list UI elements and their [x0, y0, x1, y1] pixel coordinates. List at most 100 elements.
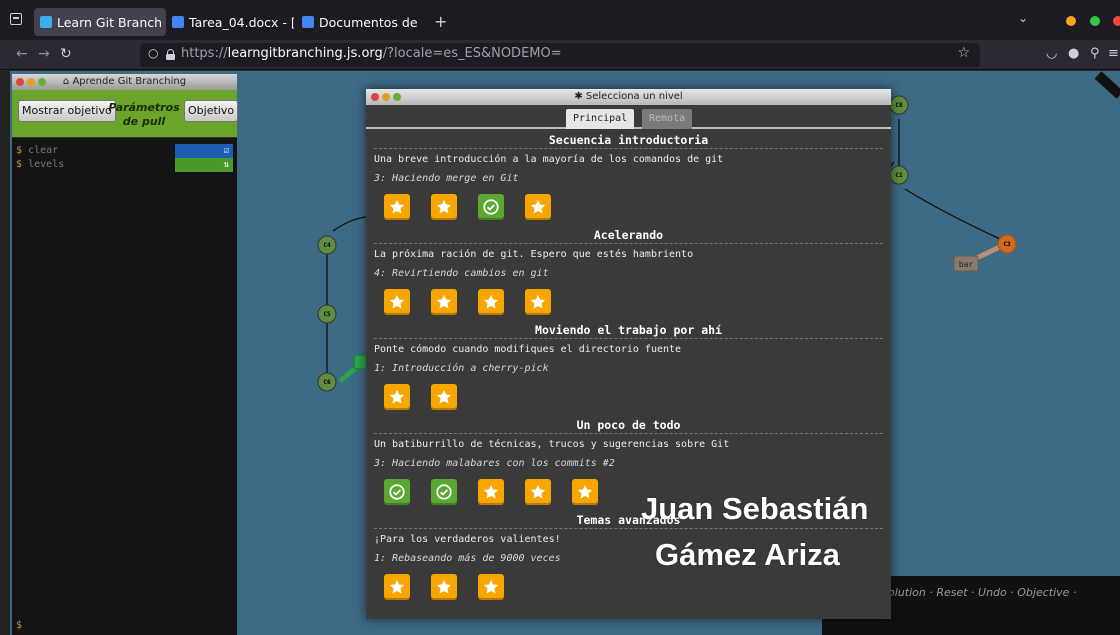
browser-tab-0[interactable]: Learn Git Branch ×	[34, 8, 166, 36]
command-text: levels	[28, 159, 65, 170]
level-complete-icon[interactable]	[384, 479, 410, 505]
commit-node[interactable]: C3	[997, 234, 1017, 254]
browser-tab-2[interactable]: Documentos de ×	[302, 8, 426, 36]
pocket-icon[interactable]: ◡	[1046, 46, 1057, 61]
commit-node[interactable]: C1	[889, 165, 909, 185]
maximize-icon[interactable]	[1090, 16, 1100, 26]
reload-icon[interactable]: ↻	[60, 46, 72, 62]
level-star-icon[interactable]	[525, 479, 551, 505]
tab-list-icon[interactable]	[10, 13, 22, 25]
lock-icon[interactable]	[166, 49, 175, 60]
watermark-line-2: Gámez Ariza	[655, 537, 840, 572]
menu-icon[interactable]: ≡	[1108, 46, 1119, 61]
watermark-line-1: Juan Sebastián	[641, 491, 869, 526]
url-bar[interactable]: ○ https://learngitbranching.js.org/?loca…	[140, 43, 980, 67]
branch-label-text: bar	[959, 260, 974, 269]
branch-label[interactable]: bar	[953, 255, 979, 272]
command-bar-links[interactable]: olution · Reset · Undo · Objective ·	[888, 586, 1076, 599]
tab-close-icon[interactable]: ×	[425, 16, 426, 29]
account-icon[interactable]: ●	[1068, 46, 1079, 61]
commit-label: C6	[323, 379, 331, 386]
graph-edge	[904, 188, 1001, 240]
section-title: Un poco de todo	[374, 416, 883, 434]
forward-arrow-icon[interactable]: →	[38, 46, 50, 62]
level-star-icon[interactable]	[478, 479, 504, 505]
gear-icon: ✱	[574, 91, 583, 102]
level-star-icon[interactable]	[478, 574, 504, 600]
level-star-icon[interactable]	[525, 194, 551, 220]
command-history-row: $ clear ☑	[12, 144, 237, 158]
close-window-icon[interactable]	[1113, 16, 1120, 26]
level-star-icon[interactable]	[384, 574, 410, 600]
level-complete-icon[interactable]	[431, 479, 457, 505]
level-star-icon[interactable]	[431, 289, 457, 315]
show-goal-button[interactable]: Mostrar objetivo	[18, 100, 116, 122]
section-title: Secuencia introductoria	[374, 131, 883, 149]
dialog-titlebar: ✱ Selecciona un nivel	[366, 89, 891, 105]
level-icons	[374, 384, 883, 410]
commit-node[interactable]: C4	[317, 235, 337, 255]
level-star-icon[interactable]	[478, 289, 504, 315]
section-description: Una breve introducción a la mayoría de l…	[374, 154, 724, 165]
tab-favicon-icon	[302, 16, 314, 28]
level-icons	[374, 574, 883, 600]
url-text[interactable]: https://learngitbranching.js.org/?locale…	[181, 46, 562, 61]
window-controls	[16, 78, 46, 86]
commit-label: C5	[323, 311, 331, 318]
shield-icon[interactable]: ○	[148, 46, 158, 60]
section-description: Un batiburrillo de técnicas, trucos y su…	[374, 439, 730, 450]
window-controls	[371, 93, 401, 101]
minimize-dot-icon[interactable]	[27, 78, 35, 86]
maximize-dot-icon[interactable]	[393, 93, 401, 101]
section-current-level: 1: Introducción a cherry-pick	[374, 363, 549, 374]
section-description: La próxima ración de git. Espero que est…	[374, 249, 694, 260]
section-title: Moviendo el trabajo por ahí	[374, 321, 883, 339]
page-viewport: C4 C5 C6 C8 C1 C3 bar ⌂ Aprende Git Bran…	[0, 71, 1120, 635]
section-description: Ponte cómodo cuando modifiques el direct…	[374, 344, 682, 355]
commit-label: C4	[323, 242, 331, 249]
minimize-dot-icon[interactable]	[382, 93, 390, 101]
command-history-row: $ levels ⇅	[12, 158, 237, 172]
level-star-icon[interactable]	[384, 289, 410, 315]
prompt-symbol: $	[16, 145, 23, 156]
commit-label: C1	[895, 172, 903, 179]
prompt-symbol: $	[16, 159, 23, 170]
minimize-icon[interactable]	[1066, 16, 1076, 26]
terminal-titlebar: ⌂ Aprende Git Branching	[12, 74, 237, 90]
chevron-down-icon[interactable]: ⌄	[1018, 11, 1028, 25]
graph-edge	[332, 216, 367, 232]
objective-button[interactable]: Objetivo	[184, 100, 239, 122]
command-status-icon: ⇅	[175, 158, 233, 172]
close-dot-icon[interactable]	[16, 78, 24, 86]
browser-tab-strip: Learn Git Branch × Tarea_04.docx - [ × D…	[0, 0, 1120, 40]
commit-label: C8	[895, 102, 903, 109]
level-section: Moviendo el trabajo por ahí Ponte cómodo …	[374, 321, 883, 410]
level-star-icon[interactable]	[572, 479, 598, 505]
command-prompt[interactable]: $	[16, 620, 22, 631]
maximize-dot-icon[interactable]	[38, 78, 46, 86]
level-star-icon[interactable]	[525, 289, 551, 315]
level-icons	[374, 194, 883, 220]
tab-title: Documentos de	[319, 14, 418, 30]
extensions-icon[interactable]: ⚲	[1090, 46, 1100, 61]
commit-label: C3	[1003, 241, 1011, 248]
level-name: Parámetros de pull	[108, 101, 180, 128]
tab-principal[interactable]: Principal	[566, 109, 635, 129]
dialog-tabs: Principal Remota	[366, 105, 891, 129]
bookmark-star-icon[interactable]: ☆	[957, 45, 970, 61]
level-star-icon[interactable]	[431, 574, 457, 600]
back-arrow-icon[interactable]: ←	[16, 46, 28, 62]
level-star-icon[interactable]	[431, 194, 457, 220]
level-star-icon[interactable]	[384, 384, 410, 410]
browser-tab-1[interactable]: Tarea_04.docx - [ ×	[172, 8, 294, 36]
new-tab-button[interactable]: +	[434, 12, 447, 31]
level-star-icon[interactable]	[384, 194, 410, 220]
level-complete-icon[interactable]	[478, 194, 504, 220]
commit-node[interactable]: C8	[889, 95, 909, 115]
close-dot-icon[interactable]	[371, 93, 379, 101]
commit-node[interactable]: C6	[317, 372, 337, 392]
tab-remota[interactable]: Remota	[642, 109, 693, 129]
section-current-level: 4: Revirtiendo cambios en git	[374, 268, 549, 279]
commit-node[interactable]: C5	[317, 304, 337, 324]
level-star-icon[interactable]	[431, 384, 457, 410]
